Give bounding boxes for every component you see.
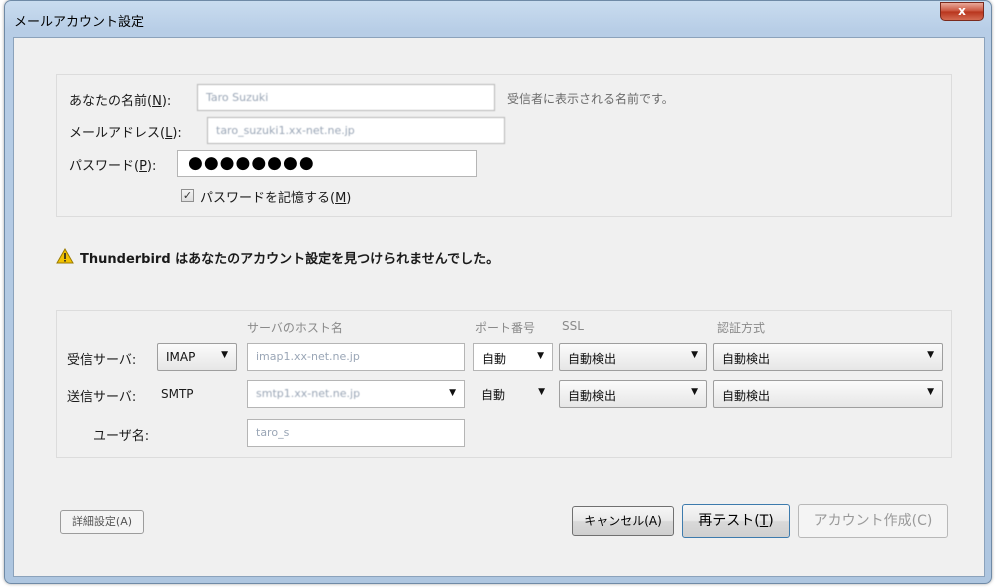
username-label: ユーザ名: [93, 429, 150, 444]
title-bar[interactable]: メールアカウント設定 x [5, 1, 991, 37]
name-input[interactable]: Taro Suzuki [197, 84, 495, 111]
dialog-window: メールアカウント設定 x あなたの名前(N): Taro Suzuki 受信者に… [4, 0, 992, 584]
outgoing-auth-select[interactable]: 自動検出 ▼ [713, 380, 943, 408]
chevron-down-icon: ▼ [449, 388, 456, 398]
name-hint: 受信者に表示される名前です。 [507, 92, 674, 106]
retest-button[interactable]: 再テスト(T) [682, 504, 790, 538]
password-input[interactable]: ●●●●●●●● [177, 150, 477, 177]
incoming-auth-select[interactable]: 自動検出 ▼ [713, 343, 943, 371]
incoming-server-label: 受信サーバ: [67, 353, 137, 368]
username-input[interactable]: taro_s [247, 419, 465, 447]
incoming-host-input[interactable]: imap1.xx-net.ne.jp [247, 343, 465, 371]
name-label: あなたの名前(N): [69, 94, 172, 109]
host-column-header: サーバのホスト名 [247, 321, 343, 335]
warning-icon [56, 248, 74, 264]
password-label: パスワード(P): [69, 159, 157, 174]
auth-column-header: 認証方式 [717, 321, 766, 335]
server-group: サーバのホスト名 ポート番号 SSL 認証方式 受信サーバ: IMAP ▼ ima… [56, 310, 952, 458]
create-account-button[interactable]: アカウント作成(C) [798, 504, 948, 538]
ssl-column-header: SSL [562, 319, 584, 333]
chevron-down-icon: ▼ [927, 350, 934, 360]
chevron-down-icon: ▼ [691, 387, 698, 397]
incoming-protocol-select[interactable]: IMAP ▼ [157, 343, 237, 371]
incoming-ssl-select[interactable]: 自動検出 ▼ [559, 343, 707, 371]
outgoing-host-select[interactable]: smtp1.xx-net.ne.jp ▼ [247, 380, 465, 408]
window-title: メールアカウント設定 [14, 15, 145, 30]
chevron-down-icon: ▼ [691, 350, 698, 360]
chevron-down-icon: ▼ [537, 351, 544, 361]
dialog-body: あなたの名前(N): Taro Suzuki 受信者に表示される名前です。 メー… [13, 37, 985, 577]
advanced-settings-button[interactable]: 詳細設定(A) [60, 510, 144, 534]
outgoing-ssl-select[interactable]: 自動検出 ▼ [559, 380, 707, 408]
remember-password-checkbox[interactable]: ✓ [181, 189, 194, 202]
port-column-header: ポート番号 [475, 321, 536, 335]
chevron-down-icon: ▼ [221, 350, 228, 360]
outgoing-protocol: SMTP [161, 387, 194, 401]
outgoing-server-label: 送信サーバ: [67, 390, 137, 405]
email-label: メールアドレス(L): [69, 126, 182, 141]
email-input[interactable]: taro_suzuki1.xx-net.ne.jp [207, 117, 505, 144]
chevron-down-icon: ▼ [538, 387, 545, 397]
cancel-button[interactable]: キャンセル(A) [572, 506, 674, 536]
outgoing-port-select[interactable]: 自動 ▼ [473, 380, 553, 408]
close-button[interactable]: x [940, 2, 984, 21]
remember-password-label: パスワードを記憶する(M) [200, 191, 352, 206]
chevron-down-icon: ▼ [927, 387, 934, 397]
warning-message: Thunderbird はあなたのアカウント設定を見つけられませんでした。 [80, 252, 500, 267]
incoming-port-select[interactable]: 自動 ▼ [473, 343, 553, 371]
account-group: あなたの名前(N): Taro Suzuki 受信者に表示される名前です。 メー… [56, 74, 952, 217]
